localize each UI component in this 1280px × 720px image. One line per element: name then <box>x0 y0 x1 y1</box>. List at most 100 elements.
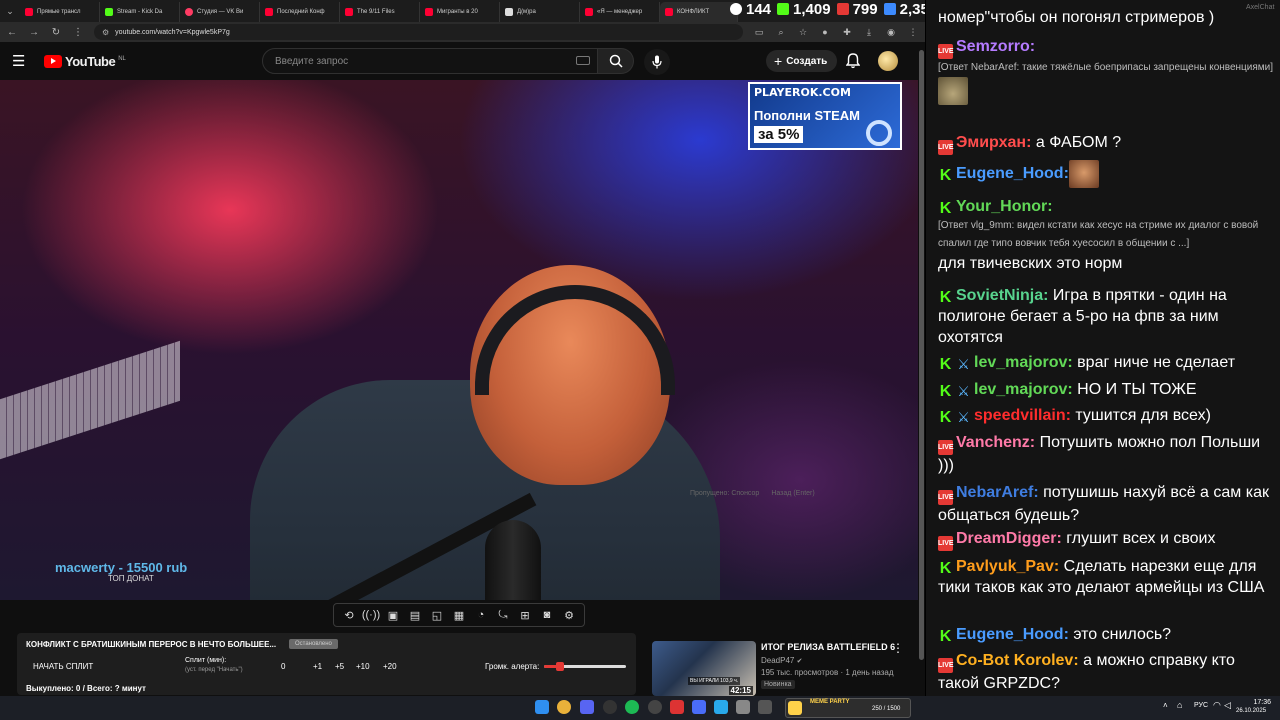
sponsor-back-button[interactable]: Назад (Enter) <box>771 490 814 497</box>
picture-in-picture-icon[interactable]: ◱ <box>428 606 446 624</box>
start-icon[interactable] <box>535 700 549 714</box>
discord-icon[interactable] <box>580 700 594 714</box>
alert-volume-thumb[interactable] <box>556 662 565 671</box>
video-duration: 42:15 <box>728 686 753 695</box>
stat-kick: 1,409 <box>777 1 831 18</box>
voice-search-button[interactable] <box>644 49 670 75</box>
tab-search-icon[interactable]: ⌄ <box>0 0 20 22</box>
meme-party-widget[interactable]: MEME PARTY 250 / 1500 <box>785 698 911 718</box>
obs-icon[interactable] <box>648 700 662 714</box>
browser-tab[interactable]: The 9/11 Files <box>340 2 420 22</box>
app-gray-icon[interactable] <box>736 700 750 714</box>
browser-tab[interactable]: Последний Конф <box>260 2 340 22</box>
chat-nickname[interactable]: Your_Honor: <box>956 198 1053 215</box>
audio-icon[interactable]: ((·)) <box>362 606 380 624</box>
ad-banner[interactable]: PLAYEROK.COM Пополни STEAM за 5% <box>748 82 902 150</box>
network-icon[interactable]: ⌂ <box>1177 700 1182 710</box>
browser-tab[interactable]: Прямые трансл <box>20 2 100 22</box>
menu-dots-icon[interactable]: ⋮ <box>72 27 84 38</box>
clock-time[interactable]: 17:36 <box>1241 699 1271 706</box>
verified-icon: ✔ <box>796 658 803 665</box>
hamburger-menu-icon[interactable]: ☰ <box>12 52 34 70</box>
chat-nickname[interactable]: Co-Bot Korolev: <box>956 652 1079 669</box>
browser-tab[interactable]: Д(м)ра <box>500 2 580 22</box>
browser-menu-icon[interactable]: ⋮ <box>907 27 919 38</box>
chat-nickname[interactable]: Pavlyuk_Pav: <box>956 558 1059 575</box>
zoom-icon[interactable]: ⌕ <box>775 27 787 38</box>
browser-tab[interactable]: Stream - Kick Da <box>100 2 180 22</box>
split-minutes-hint: (уст. перед "Начать") <box>185 667 243 673</box>
app-dark-icon[interactable] <box>758 700 772 714</box>
search-input[interactable] <box>262 48 598 74</box>
extensions-puzzle-icon[interactable]: ✚ <box>841 27 853 38</box>
chat-nickname[interactable]: speedvillain: <box>974 407 1071 424</box>
rewind-icon[interactable]: ⤿ <box>494 606 512 624</box>
forward-icon[interactable]: → <box>28 27 40 38</box>
clapperboard-icon[interactable]: ▤ <box>406 606 424 624</box>
page-scrollbar[interactable] <box>918 42 925 696</box>
player-extension-toolbar: ⟲ ((·)) ▣ ▤ ◱ ▦ ◔ ⤿ ⊞ ◙ ⚙ <box>0 600 918 630</box>
chat-nickname[interactable]: NebarAref: <box>956 484 1039 501</box>
split-add-10-button[interactable]: +10 <box>356 662 370 671</box>
app-blue-icon[interactable] <box>692 700 706 714</box>
profile-icon[interactable]: ◉ <box>885 27 897 38</box>
split-add-1-button[interactable]: +1 <box>313 662 322 671</box>
round-icon <box>730 3 742 15</box>
language-indicator[interactable]: РУС <box>1194 702 1208 709</box>
more-options-icon[interactable]: ⋮ <box>892 641 904 655</box>
chat-reply-quote: [Ответ vlg_9mm: видел кстати как хесус н… <box>938 220 1259 249</box>
chat-nickname[interactable]: lev_majorov: <box>974 354 1073 371</box>
browser-tab[interactable]: «Я — менеджер <box>580 2 660 22</box>
downloads-icon[interactable]: ⤓ <box>863 27 875 38</box>
cast-icon[interactable]: ▭ <box>753 27 765 38</box>
chat-nickname[interactable]: DreamDigger: <box>956 530 1062 547</box>
camera-icon[interactable]: ◙ <box>538 606 556 624</box>
chrome-icon[interactable] <box>557 700 571 714</box>
alert-volume-slider[interactable] <box>544 662 626 671</box>
chat-nickname[interactable]: Vanchenz: <box>956 434 1035 451</box>
spotify-icon[interactable] <box>625 700 639 714</box>
chat-nickname[interactable]: Eugene_Hood: <box>956 626 1069 643</box>
split-add-5-button[interactable]: +5 <box>335 662 344 671</box>
notifications-bell-icon[interactable] <box>845 53 861 74</box>
account-avatar[interactable] <box>878 51 898 71</box>
youtube-logo[interactable]: YouTube NL <box>44 54 126 69</box>
back-icon[interactable]: ← <box>6 27 18 38</box>
split-add-20-button[interactable]: +20 <box>383 662 397 671</box>
chat-nickname[interactable]: lev_majorov: <box>974 381 1073 398</box>
steam-icon[interactable] <box>603 700 617 714</box>
add-bookmark-icon[interactable]: ⊞ <box>516 606 534 624</box>
volume-icon[interactable]: ◁ <box>1224 700 1231 711</box>
chat-nickname[interactable]: SovietNinja: <box>956 287 1048 304</box>
screenshot-gallery-icon[interactable]: ▣ <box>384 606 402 624</box>
cinema-icon[interactable]: ▦ <box>450 606 468 624</box>
search-button[interactable] <box>598 48 634 74</box>
wifi-icon[interactable]: ◠ <box>1213 700 1221 711</box>
site-info-icon[interactable]: ⚙ <box>102 28 109 37</box>
recommended-channel-name[interactable]: DeadP47 ✔ <box>761 656 802 665</box>
video-player[interactable]: PLAYEROK.COM Пополни STEAM за 5% Пропуще… <box>0 80 918 600</box>
speed-gauge-icon[interactable]: ◔ <box>472 606 490 624</box>
bookmark-star-icon[interactable]: ☆ <box>797 27 809 38</box>
scrollbar-thumb[interactable] <box>919 50 924 660</box>
recommended-video-title[interactable]: ИТОГ РЕЛИЗА BATTLEFIELD 6 <box>761 642 895 652</box>
extension-icon[interactable]: ● <box>819 27 831 37</box>
browser-tab[interactable]: Мигранты в 20 <box>420 2 500 22</box>
tray-chevron-icon[interactable]: ˄ <box>1163 701 1168 710</box>
loop-icon[interactable]: ⟲ <box>340 606 358 624</box>
recommended-video-thumbnail[interactable]: ВЫ ИГРАЛИ 103,9 ч. 42:15 <box>652 641 756 696</box>
browser-tab[interactable]: Студия — VK Ви <box>180 2 260 22</box>
chat-nickname[interactable]: Eugene_Hood: <box>956 165 1069 182</box>
browser-tab[interactable]: КОНФЛИКТ <box>660 2 738 22</box>
chat-nickname[interactable]: Semzorro: <box>956 38 1035 55</box>
app-red-icon[interactable] <box>670 700 684 714</box>
reload-icon[interactable]: ↻ <box>50 27 62 38</box>
url-field[interactable]: ⚙ youtube.com/watch?v=Kpgwle5kP7g <box>94 24 743 40</box>
telegram-icon[interactable] <box>714 700 728 714</box>
settings-gear-icon[interactable]: ⚙ <box>560 606 578 624</box>
clock-date[interactable]: 26.10.2025 <box>1236 708 1266 714</box>
create-button[interactable]: + Создать <box>766 50 838 72</box>
start-split-button[interactable]: НАЧАТЬ СПЛИТ <box>33 662 93 671</box>
keyboard-icon[interactable] <box>576 56 590 65</box>
chat-nickname[interactable]: Эмирхан: <box>956 134 1031 151</box>
